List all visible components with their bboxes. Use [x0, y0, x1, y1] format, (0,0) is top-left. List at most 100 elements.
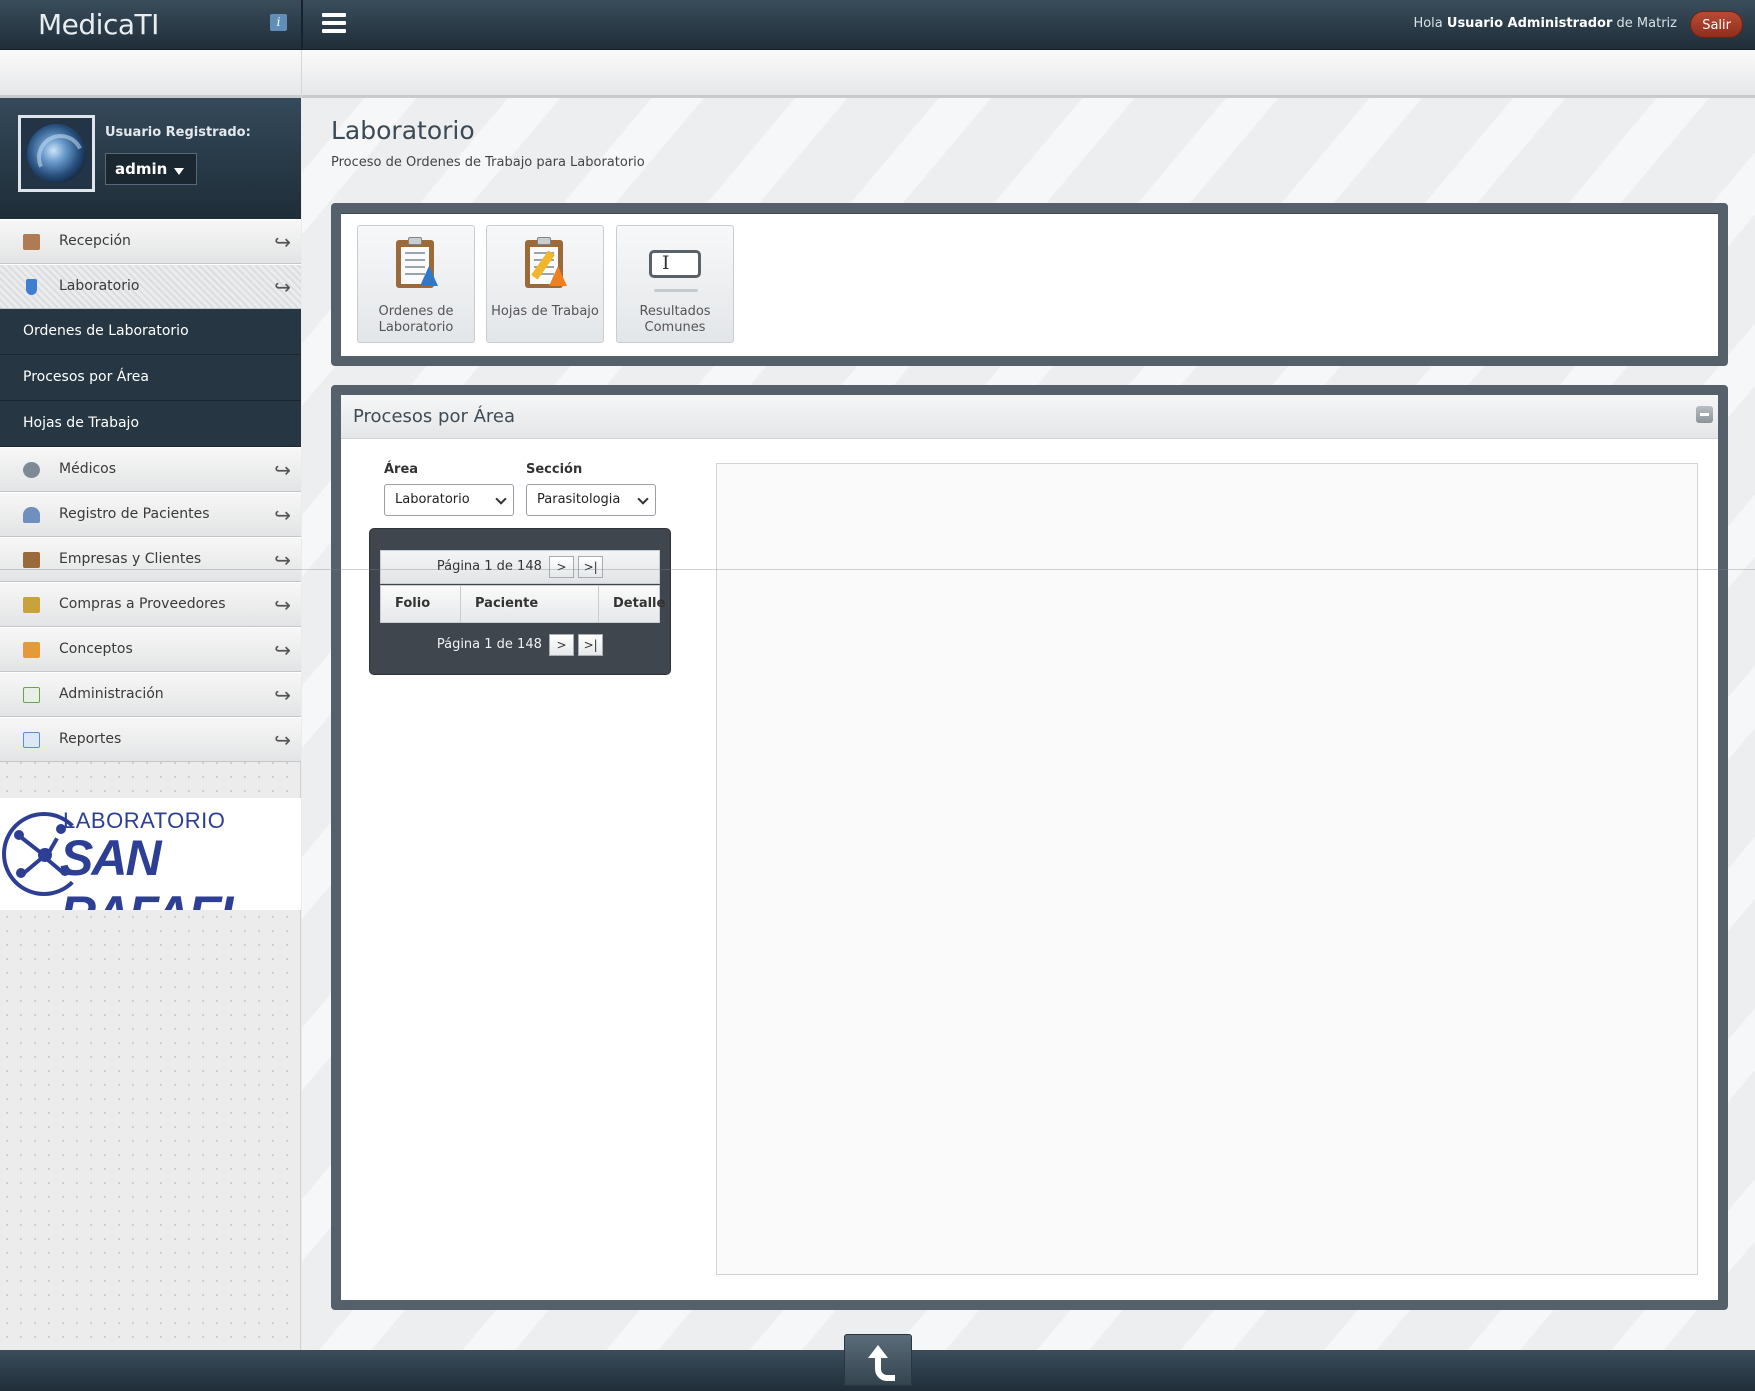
back-to-top-button[interactable]	[844, 1334, 912, 1386]
shortcut-label: Ordenes de Laboratorio	[378, 304, 454, 335]
sub-toolbar-divider	[301, 50, 302, 98]
arrow-right-icon: ↪	[274, 683, 291, 707]
sidebar-item-conceptos[interactable]: Conceptos ↪	[0, 627, 301, 672]
building-icon	[23, 552, 40, 568]
arrow-right-icon: ↪	[274, 230, 291, 254]
collapse-icon[interactable]	[1696, 406, 1713, 423]
sidebar-item-laboratorio[interactable]: Laboratorio ↪	[0, 264, 301, 309]
pager-text: Página 1 de 148	[436, 637, 542, 652]
registered-user-label: Usuario Registrado:	[105, 125, 251, 140]
logo-main-text: SAN RAFAEL	[60, 830, 250, 910]
section-select-value: Parasitologia	[537, 492, 621, 507]
next-page-button[interactable]: >	[549, 634, 575, 656]
grid-pager-bottom: Página 1 de 148 > >|	[380, 629, 660, 663]
process-panel-title: Procesos por Área	[353, 406, 515, 427]
sidebar-item-recepcion[interactable]: Recepción ↪	[0, 219, 301, 264]
info-icon[interactable]: i	[270, 14, 287, 31]
next-page-button[interactable]: >	[549, 556, 575, 578]
lab-logo: LABORATORIO SAN RAFAEL	[0, 798, 301, 910]
username: admin	[115, 160, 168, 178]
shortcut-worksheets[interactable]: Hojas de Trabajo	[486, 225, 604, 343]
arrow-up-icon	[865, 1345, 895, 1381]
admin-list-icon	[23, 687, 40, 703]
sidebar-item-label: Recepción	[59, 233, 131, 249]
patient-icon	[23, 507, 40, 523]
section-select[interactable]: Parasitologia	[526, 484, 656, 516]
horizontal-guide-line	[0, 569, 1755, 570]
purchase-icon	[23, 597, 40, 613]
sidebar-item-reportes[interactable]: Reportes ↪	[0, 717, 301, 762]
shortcuts-panel: Ordenes de Laboratorio Hojas de Trabajo …	[331, 203, 1728, 366]
sub-toolbar	[0, 50, 1755, 98]
submenu-item-procesos[interactable]: Procesos por Área	[0, 355, 301, 401]
column-header-paciente[interactable]: Paciente	[461, 586, 599, 622]
caret-down-icon	[174, 168, 184, 175]
navbar-divider	[301, 0, 303, 50]
avatar	[18, 115, 95, 192]
grid-header: Folio Paciente Detalle	[380, 585, 665, 623]
sidebar-item-label: Registro de Pacientes	[59, 506, 210, 522]
area-label: Área	[384, 462, 419, 477]
chevron-down-icon	[495, 493, 507, 505]
sidebar-item-label: Administración	[59, 686, 164, 702]
shortcut-label: Hojas de Trabajo	[491, 304, 599, 319]
user-greeting: Hola Usuario Administrador de Matriz	[1413, 16, 1677, 31]
page-title: Laboratorio	[331, 116, 475, 145]
grid-pager-top: Página 1 de 148 > >|	[380, 550, 660, 584]
arrow-right-icon: ↪	[274, 593, 291, 617]
sidebar-item-label: Empresas y Clientes	[59, 551, 202, 567]
area-select[interactable]: Laboratorio	[384, 484, 514, 516]
shortcut-common-results[interactable]: Resultados Comunes	[616, 225, 734, 343]
report-icon	[23, 732, 40, 748]
sidebar-item-label: Laboratorio	[59, 278, 140, 294]
sidebar-item-label: Reportes	[59, 731, 122, 747]
stethoscope-icon	[23, 462, 40, 478]
process-panel: Procesos por Área Área Laboratorio Secci…	[331, 385, 1728, 1310]
hamburger-menu-icon[interactable]	[322, 13, 346, 35]
section-label: Sección	[526, 462, 583, 477]
greeting-suffix: de Matriz	[1616, 16, 1677, 31]
sidebar-item-empresas[interactable]: Empresas y Clientes ↪	[0, 537, 301, 582]
worksheets-icon	[517, 236, 573, 292]
arrow-right-icon: ↪	[274, 458, 291, 482]
sidebar: Usuario Registrado: admin Recepción ↪ La…	[0, 98, 301, 1350]
pager-text: Página 1 de 148	[436, 559, 542, 574]
shortcut-label: Resultados Comunes	[639, 304, 711, 335]
column-header-detalle[interactable]: Detalle	[599, 586, 665, 622]
app-brand[interactable]: MedicaTI	[38, 8, 159, 41]
top-navbar: MedicaTI i Hola Usuario Administrador de…	[0, 0, 1755, 50]
arrow-right-icon: ↪	[274, 728, 291, 752]
text-field-icon	[647, 236, 703, 292]
shortcut-lab-orders[interactable]: Ordenes de Laboratorio	[357, 225, 475, 343]
lab-orders-icon	[388, 236, 444, 292]
greeting-user-name: Usuario Administrador	[1446, 16, 1613, 31]
last-page-button[interactable]: >|	[578, 634, 604, 656]
main-content: Laboratorio Proceso de Ordenes de Trabaj…	[302, 98, 1755, 1350]
arrow-right-icon: ↪	[274, 275, 291, 299]
process-panel-header: Procesos por Área	[341, 395, 1718, 439]
flask-icon	[26, 279, 37, 295]
sidebar-item-compras[interactable]: Compras a Proveedores ↪	[0, 582, 301, 627]
submenu-item-hojas[interactable]: Hojas de Trabajo	[0, 401, 301, 447]
arrow-right-icon: ↪	[274, 503, 291, 527]
last-page-button[interactable]: >|	[578, 556, 604, 578]
detail-area	[716, 463, 1698, 1275]
column-header-folio[interactable]: Folio	[381, 586, 461, 622]
box-icon	[23, 642, 40, 658]
sidebar-item-medicos[interactable]: Médicos ↪	[0, 447, 301, 492]
logout-button[interactable]: Salir	[1690, 11, 1743, 38]
sidebar-menu: Recepción ↪ Laboratorio ↪ Ordenes de Lab…	[0, 219, 301, 762]
chevron-down-icon	[637, 493, 649, 505]
arrow-right-icon: ↪	[274, 548, 291, 572]
user-dropdown[interactable]: admin	[105, 153, 197, 185]
submenu-item-ordenes[interactable]: Ordenes de Laboratorio	[0, 309, 301, 355]
sidebar-item-label: Compras a Proveedores	[59, 596, 226, 612]
sidebar-item-pacientes[interactable]: Registro de Pacientes ↪	[0, 492, 301, 537]
greeting-prefix: Hola	[1413, 16, 1443, 31]
page-subtitle: Proceso de Ordenes de Trabajo para Labor…	[331, 155, 645, 170]
reception-icon	[23, 234, 40, 250]
area-select-value: Laboratorio	[395, 492, 470, 507]
arrow-right-icon: ↪	[274, 638, 291, 662]
sidebar-item-administracion[interactable]: Administración ↪	[0, 672, 301, 717]
user-panel: Usuario Registrado: admin	[0, 98, 301, 219]
